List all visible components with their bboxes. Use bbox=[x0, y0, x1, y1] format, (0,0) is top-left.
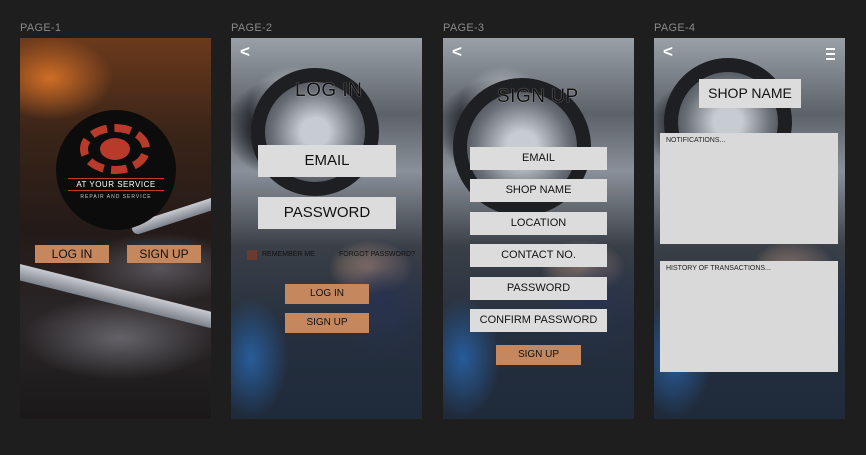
back-button[interactable]: < bbox=[452, 42, 462, 62]
email-field[interactable]: EMAIL bbox=[470, 147, 607, 170]
page-4-frame: < SHOP NAME NOTIFICATIONS... HISTORY OF … bbox=[654, 38, 845, 419]
signup-button[interactable]: SIGN UP bbox=[127, 245, 201, 263]
shop-name-title: SHOP NAME bbox=[699, 79, 801, 108]
transaction-history-panel[interactable]: HISTORY OF TRANSACTIONS... bbox=[660, 261, 838, 372]
contact-number-field[interactable]: CONTACT NO. bbox=[470, 244, 607, 267]
remember-me-label: REMEMBER ME bbox=[262, 251, 315, 258]
back-button[interactable]: < bbox=[240, 42, 250, 62]
login-button[interactable]: LOG IN bbox=[35, 245, 109, 263]
shop-name-field[interactable]: SHOP NAME bbox=[470, 179, 607, 202]
forgot-password-link[interactable]: FORGOT PASSWORD? bbox=[339, 251, 415, 258]
page-1-frame: AT YOUR SERVICE REPAIR AND SERVICE LOG I… bbox=[20, 38, 211, 419]
page-3-label: PAGE-3 bbox=[443, 22, 485, 34]
page-4-label: PAGE-4 bbox=[654, 22, 696, 34]
login-button[interactable]: LOG IN bbox=[285, 284, 369, 304]
password-field[interactable]: PASSWORD bbox=[258, 197, 396, 229]
page-2-frame: < LOG IN EMAIL PASSWORD REMEMBER ME FORG… bbox=[231, 38, 422, 419]
remember-me-checkbox[interactable] bbox=[247, 250, 257, 260]
location-field[interactable]: LOCATION bbox=[470, 212, 607, 235]
signup-button[interactable]: SIGN UP bbox=[496, 345, 581, 365]
back-button[interactable]: < bbox=[663, 42, 673, 62]
signup-button[interactable]: SIGN UP bbox=[285, 313, 369, 333]
page-title: LOG IN bbox=[295, 80, 363, 101]
page-title: SIGN UP bbox=[497, 86, 579, 107]
page-3-frame: < SIGN UP EMAIL SHOP NAME LOCATION CONTA… bbox=[443, 38, 634, 419]
page-2-label: PAGE-2 bbox=[231, 22, 273, 34]
logo-name: AT YOUR SERVICE bbox=[68, 178, 164, 191]
email-field[interactable]: EMAIL bbox=[258, 145, 396, 177]
notifications-label: NOTIFICATIONS... bbox=[666, 137, 726, 144]
hamburger-menu-icon[interactable] bbox=[826, 48, 835, 63]
confirm-password-field[interactable]: CONFIRM PASSWORD bbox=[470, 309, 607, 332]
transaction-history-label: HISTORY OF TRANSACTIONS... bbox=[666, 265, 771, 272]
car-icon bbox=[100, 138, 130, 160]
page-1-label: PAGE-1 bbox=[20, 22, 62, 34]
notifications-panel[interactable]: NOTIFICATIONS... bbox=[660, 133, 838, 244]
logo-tagline: REPAIR AND SERVICE bbox=[80, 194, 152, 200]
password-field[interactable]: PASSWORD bbox=[470, 277, 607, 300]
shop-logo: AT YOUR SERVICE REPAIR AND SERVICE bbox=[56, 110, 176, 230]
